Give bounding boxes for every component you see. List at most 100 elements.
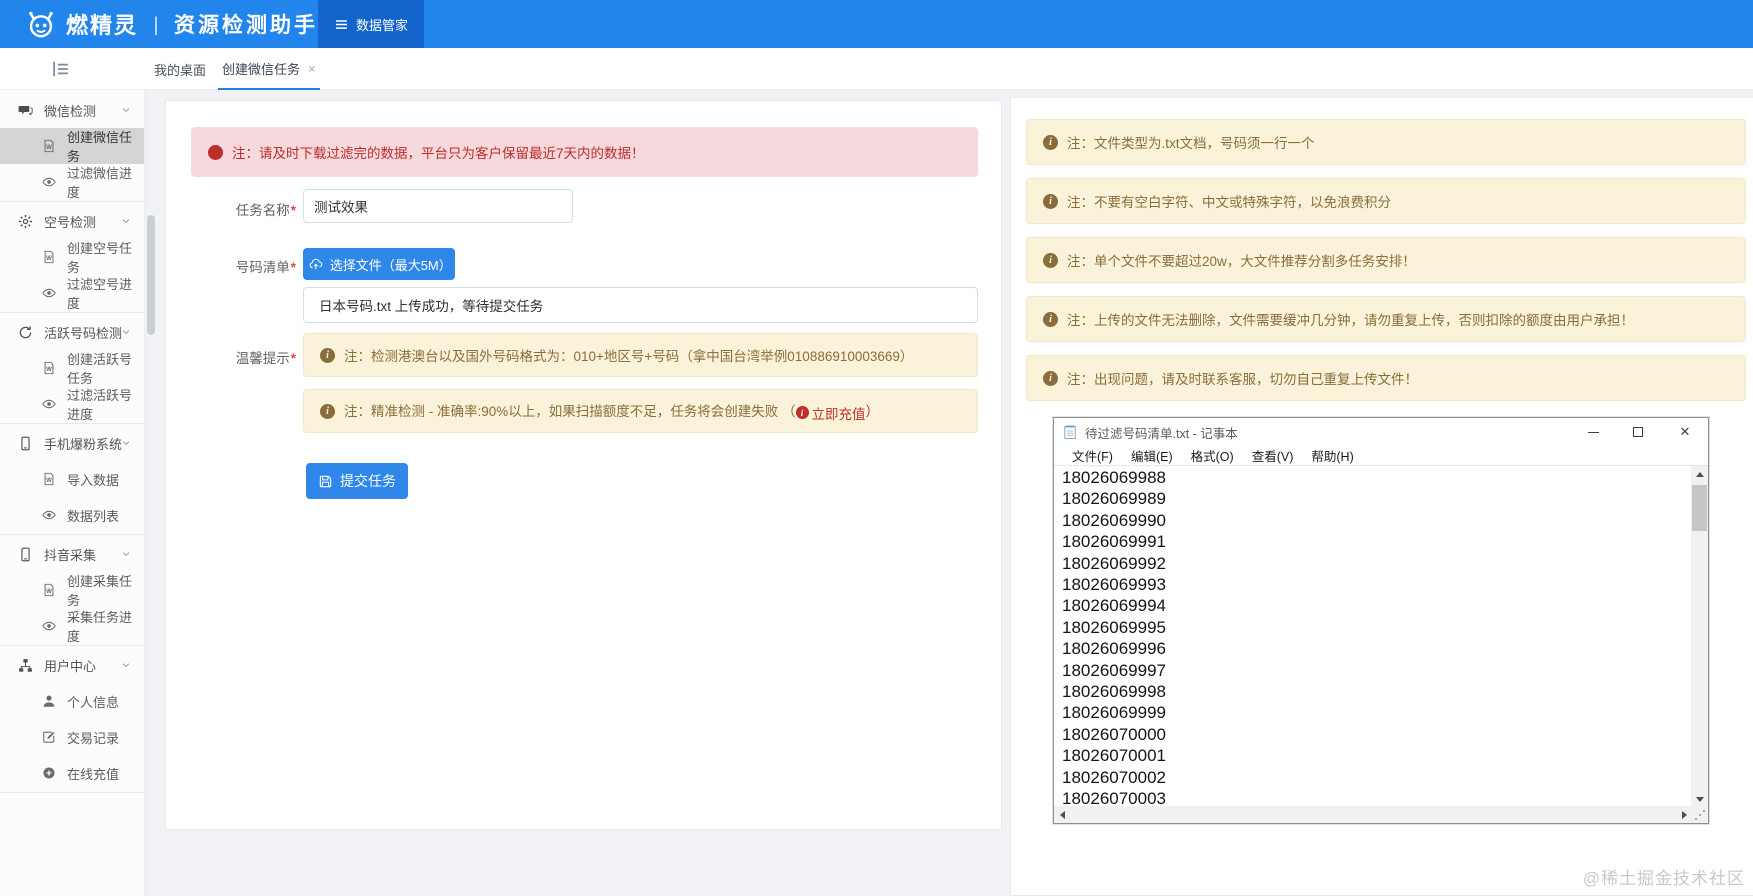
eye-icon — [42, 619, 56, 633]
eye-icon — [42, 508, 56, 522]
phone-number-line: 18026070003 — [1062, 788, 1676, 808]
brand-name: 燃精灵 — [66, 8, 138, 40]
sidebar-item-create-wechat-task[interactable]: 创建微信任务 — [0, 128, 144, 164]
history-icon — [18, 325, 33, 340]
sidebar-item-data-list[interactable]: 数据列表 — [0, 497, 144, 533]
file-doc-icon — [42, 139, 56, 153]
note-no-delete: i注：上传的文件无法删除，文件需要缓冲几分钟，请勿重复上传，否则扣除的额度由用户… — [1026, 296, 1746, 342]
eye-icon — [42, 175, 56, 189]
chevron-down-icon — [120, 215, 132, 227]
task-name-label: 任务名称* — [176, 199, 296, 219]
sitemap-icon — [18, 658, 33, 673]
info-icon: i — [1043, 194, 1058, 209]
info-icon: i — [208, 145, 223, 160]
phone-number-line: 18026069990 — [1062, 510, 1676, 531]
divider — [0, 792, 144, 793]
notepad-horizontal-scrollbar[interactable] — [1054, 806, 1693, 823]
vertical-scrollbar-thumb[interactable] — [147, 215, 155, 335]
note-contact-support: i注：出现问题，请及时联系客服，切勿自己重复上传文件！ — [1026, 355, 1746, 401]
upload-status-box: 日本号码.txt 上传成功，等待提交任务 — [303, 287, 978, 323]
sidebar-item-transaction-records[interactable]: 交易记录 — [0, 719, 144, 755]
menu-help[interactable]: 帮助(H) — [1302, 446, 1362, 465]
sidebar-item-online-recharge[interactable]: 在线充值 — [0, 755, 144, 791]
phone-number-line: 18026070001 — [1062, 745, 1676, 766]
sidebar-item-active-number-progress[interactable]: 过滤活跃号进度 — [0, 386, 144, 422]
menu-file[interactable]: 文件(F) — [1063, 446, 1122, 465]
chevron-down-icon — [120, 548, 132, 560]
close-tab-icon[interactable]: × — [308, 62, 316, 75]
sidebar-section-douyin-collect[interactable]: 抖音采集 — [0, 536, 144, 572]
sidebar-item-collect-task-progress[interactable]: 采集任务进度 — [0, 608, 144, 644]
submit-task-button[interactable]: 提交任务 — [306, 463, 408, 499]
eye-icon — [42, 397, 56, 411]
sidebar-item-import-data[interactable]: 导入数据 — [0, 461, 144, 497]
sidebar-item-create-active-number-task[interactable]: 创建活跃号任务 — [0, 350, 144, 386]
file-doc-icon — [42, 472, 56, 486]
phone-number-line: 18026069992 — [1062, 553, 1676, 574]
notepad-window-title: 待过滤号码清单.txt - 记事本 — [1085, 423, 1238, 442]
sidebar-section-active-number-check[interactable]: 活跃号码检测 — [0, 314, 144, 350]
sidebar-section-wechat-check[interactable]: 微信检测 — [0, 92, 144, 128]
info-icon: i — [320, 404, 335, 419]
mobile-icon — [18, 547, 33, 562]
sidebar-section-phone-fans-system[interactable]: 手机爆粉系统 — [0, 425, 144, 461]
info-icon: i — [1043, 135, 1058, 150]
phone-number-line: 18026070002 — [1062, 767, 1676, 788]
app-title: 资源检测助手 — [174, 9, 318, 39]
mobile-icon — [18, 436, 33, 451]
menu-format[interactable]: 格式(O) — [1182, 446, 1243, 465]
sidebar-item-create-collect-task[interactable]: 创建采集任务 — [0, 572, 144, 608]
top-header: 燃精灵 丨 资源检测助手 数据管家 — [0, 0, 1753, 48]
resize-grip[interactable] — [1691, 806, 1708, 823]
chevron-down-icon — [120, 104, 132, 116]
phone-number-line: 18026069994 — [1062, 595, 1676, 616]
maximize-button[interactable] — [1618, 418, 1658, 446]
menu-edit[interactable]: 编辑(E) — [1122, 446, 1182, 465]
sidebar-item-wechat-filter-progress[interactable]: 过滤微信进度 — [0, 164, 144, 200]
sidebar-collapse-button[interactable] — [48, 58, 74, 80]
tab-bar: 我的桌面 创建微信任务 × — [0, 48, 1753, 90]
plus-circle-icon — [42, 766, 56, 780]
menu-view[interactable]: 查看(V) — [1243, 446, 1303, 465]
app-window: 燃精灵 丨 资源检测助手 数据管家 我的桌面 创建微信任务 × 微信检测 创建微… — [0, 0, 1753, 896]
notepad-vertical-scrollbar[interactable] — [1691, 466, 1708, 808]
info-icon: i — [1043, 371, 1058, 386]
number-list-label: 号码清单* — [176, 256, 296, 276]
sidebar-section-user-center[interactable]: 用户中心 — [0, 647, 144, 683]
sidebar-section-empty-number-check[interactable]: 空号检测 — [0, 203, 144, 239]
divider — [0, 312, 144, 313]
scroll-left-button[interactable] — [1054, 806, 1071, 823]
brand-separator: 丨 — [146, 10, 166, 39]
cloud-upload-icon — [309, 257, 323, 271]
data-manager-button[interactable]: 数据管家 — [318, 0, 424, 48]
notepad-menu-bar: 文件(F) 编辑(E) 格式(O) 查看(V) 帮助(H) — [1054, 446, 1708, 466]
file-doc-icon — [42, 250, 56, 264]
eye-icon — [42, 286, 56, 300]
phone-number-line: 18026069997 — [1062, 660, 1676, 681]
minimize-button[interactable] — [1573, 418, 1613, 446]
recharge-now-link[interactable]: i立即充值 — [796, 403, 866, 423]
vertical-scrollbar-thumb[interactable] — [1692, 485, 1707, 531]
chevron-down-icon — [120, 326, 132, 338]
close-button[interactable]: ✕ — [1665, 418, 1705, 446]
sidebar-item-create-empty-number-task[interactable]: 创建空号任务 — [0, 239, 144, 275]
tab-my-desktop[interactable]: 我的桌面 — [150, 48, 210, 90]
notepad-window: 待过滤号码清单.txt - 记事本 ✕ 文件(F) 编辑(E) 格式(O) 查看… — [1053, 417, 1709, 824]
info-icon: i — [1043, 312, 1058, 327]
notes-panel: i注：文件类型为.txt文档，号码须一行一个 i注：不要有空白字符、中文或特殊字… — [1010, 97, 1753, 896]
sidebar-item-personal-info[interactable]: 个人信息 — [0, 683, 144, 719]
format-tip-note: i 注：检测港澳台以及国外号码格式为：010+地区号+号码（拿中国台湾举例010… — [303, 333, 978, 377]
info-icon: i — [320, 348, 335, 363]
choose-file-button[interactable]: 选择文件（最大5M） — [303, 248, 455, 280]
tab-create-wechat-task[interactable]: 创建微信任务 × — [218, 48, 320, 90]
phone-number-line: 18026069989 — [1062, 488, 1676, 509]
task-name-input[interactable] — [303, 189, 573, 223]
info-icon: i — [796, 406, 809, 419]
scroll-up-button[interactable] — [1691, 466, 1708, 483]
notepad-text-area[interactable]: 18026069988 18026069989 18026069990 1802… — [1054, 466, 1676, 808]
notepad-icon — [1062, 424, 1078, 440]
note-file-size-limit: i注：单个文件不要超过20w，大文件推荐分割多任务安排！ — [1026, 237, 1746, 283]
phone-number-line: 18026069998 — [1062, 681, 1676, 702]
sidebar-item-empty-number-progress[interactable]: 过滤空号进度 — [0, 275, 144, 311]
phone-number-line: 18026069993 — [1062, 574, 1676, 595]
